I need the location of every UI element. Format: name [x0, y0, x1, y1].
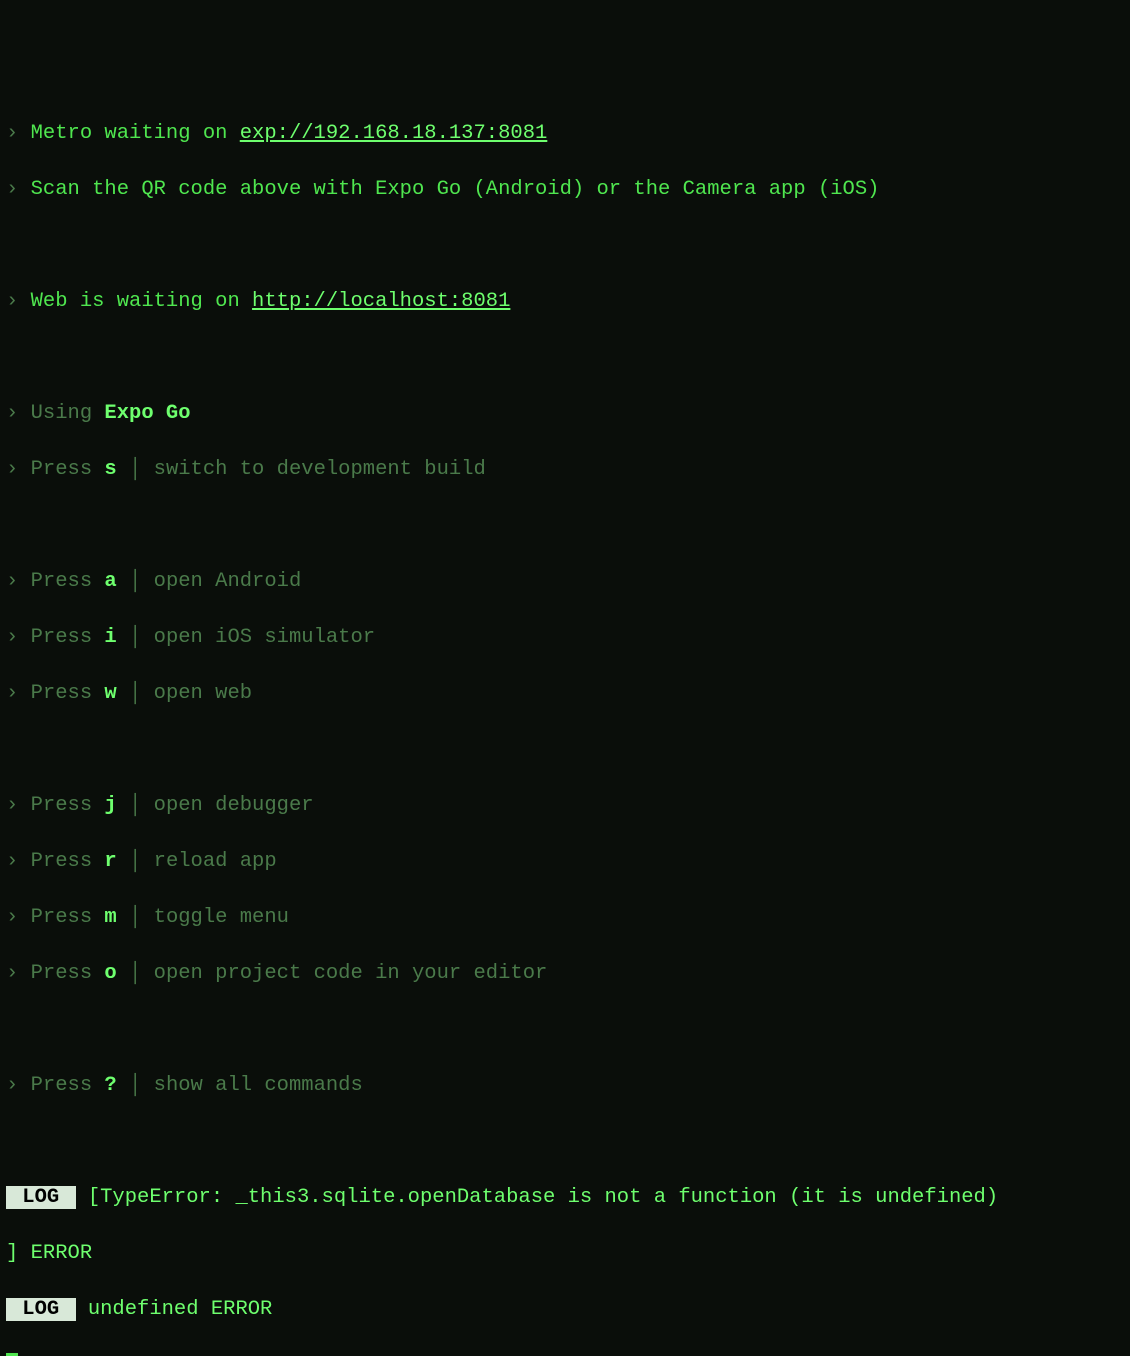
- press-label: Press: [31, 906, 105, 929]
- caret-icon: ›: [6, 458, 31, 481]
- cmd-desc: open Android: [154, 570, 302, 593]
- press-label: Press: [31, 794, 105, 817]
- caret-icon: ›: [6, 290, 31, 313]
- press-label: Press: [31, 570, 105, 593]
- using-label: Using: [31, 402, 105, 425]
- log-badge: LOG: [6, 1186, 76, 1209]
- cursor-line[interactable]: [6, 1352, 1124, 1356]
- key-w: w: [104, 682, 116, 705]
- cmd-desc: open debugger: [154, 794, 314, 817]
- pipe-separator: │: [117, 794, 154, 817]
- web-url-link[interactable]: http://localhost:8081: [252, 290, 510, 313]
- cmd-line-i: › Press i │ open iOS simulator: [6, 624, 1124, 652]
- blank-line: [6, 1016, 1124, 1044]
- press-label: Press: [31, 962, 105, 985]
- pipe-separator: │: [117, 458, 154, 481]
- press-label: Press: [31, 626, 105, 649]
- blank-line: [6, 512, 1124, 540]
- key-o: o: [104, 962, 116, 985]
- pipe-separator: │: [117, 962, 154, 985]
- pipe-separator: │: [117, 1074, 154, 1097]
- scan-line: › Scan the QR code above with Expo Go (A…: [6, 176, 1124, 204]
- error-suffix: ERROR: [199, 1298, 273, 1321]
- cmd-line-r: › Press r │ reload app: [6, 848, 1124, 876]
- cmd-line-o: › Press o │ open project code in your ed…: [6, 960, 1124, 988]
- web-line: › Web is waiting on http://localhost:808…: [6, 288, 1124, 316]
- web-label: Web is waiting on: [31, 290, 252, 313]
- pipe-separator: │: [117, 570, 154, 593]
- metro-line: › Metro waiting on exp://192.168.18.137:…: [6, 120, 1124, 148]
- log-line-2: LOG undefined ERROR: [6, 1296, 1124, 1324]
- blank-line: [6, 232, 1124, 260]
- metro-label: Metro waiting on: [31, 122, 240, 145]
- cmd-desc: toggle menu: [154, 906, 289, 929]
- cmd-line-help: › Press ? │ show all commands: [6, 1072, 1124, 1100]
- caret-icon: ›: [6, 682, 31, 705]
- cmd-line-a: › Press a │ open Android: [6, 568, 1124, 596]
- log-badge: LOG: [6, 1298, 76, 1321]
- blank-line: [6, 344, 1124, 372]
- press-label: Press: [31, 850, 105, 873]
- key-i: i: [104, 626, 116, 649]
- pipe-separator: │: [117, 626, 154, 649]
- key-a: a: [104, 570, 116, 593]
- press-label: Press: [31, 458, 105, 481]
- cmd-desc: open project code in your editor: [154, 962, 548, 985]
- scan-text: Scan the QR code above with Expo Go (And…: [31, 178, 880, 201]
- caret-icon: ›: [6, 850, 31, 873]
- caret-icon: ›: [6, 626, 31, 649]
- caret-icon: ›: [6, 402, 31, 425]
- key-s: s: [104, 458, 116, 481]
- log-message: [TypeError: _this3.sqlite.openDatabase i…: [76, 1186, 999, 1209]
- press-label: Press: [31, 682, 105, 705]
- cmd-desc: show all commands: [154, 1074, 363, 1097]
- using-line: › Using Expo Go: [6, 400, 1124, 428]
- caret-icon: ›: [6, 122, 31, 145]
- cmd-desc: open iOS simulator: [154, 626, 375, 649]
- cmd-line-w: › Press w │ open web: [6, 680, 1124, 708]
- log-line-1: LOG [TypeError: _this3.sqlite.openDataba…: [6, 1184, 1124, 1212]
- blank-line: [6, 736, 1124, 764]
- caret-icon: ›: [6, 962, 31, 985]
- blank-line: [6, 1128, 1124, 1156]
- cmd-desc: reload app: [154, 850, 277, 873]
- key-m: m: [104, 906, 116, 929]
- pipe-separator: │: [117, 906, 154, 929]
- caret-icon: ›: [6, 570, 31, 593]
- log-line-1b: ] ERROR: [6, 1240, 1124, 1268]
- pipe-separator: │: [117, 850, 154, 873]
- cmd-desc: switch to development build: [154, 458, 486, 481]
- cmd-line-s: › Press s │ switch to development build: [6, 456, 1124, 484]
- error-suffix: ERROR: [18, 1242, 92, 1265]
- key-j: j: [104, 794, 116, 817]
- cmd-desc: open web: [154, 682, 252, 705]
- press-label: Press: [31, 1074, 105, 1097]
- caret-icon: ›: [6, 906, 31, 929]
- cmd-line-m: › Press m │ toggle menu: [6, 904, 1124, 932]
- log-message: undefined: [76, 1298, 199, 1321]
- caret-icon: ›: [6, 1074, 31, 1097]
- pipe-separator: │: [117, 682, 154, 705]
- caret-icon: ›: [6, 794, 31, 817]
- caret-icon: ›: [6, 178, 31, 201]
- key-help: ?: [104, 1074, 116, 1097]
- using-target: Expo Go: [104, 402, 190, 425]
- metro-url-link[interactable]: exp://192.168.18.137:8081: [240, 122, 548, 145]
- cmd-line-j: › Press j │ open debugger: [6, 792, 1124, 820]
- terminal-cursor[interactable]: [6, 1353, 18, 1356]
- key-r: r: [104, 850, 116, 873]
- log-tail: ]: [6, 1242, 18, 1265]
